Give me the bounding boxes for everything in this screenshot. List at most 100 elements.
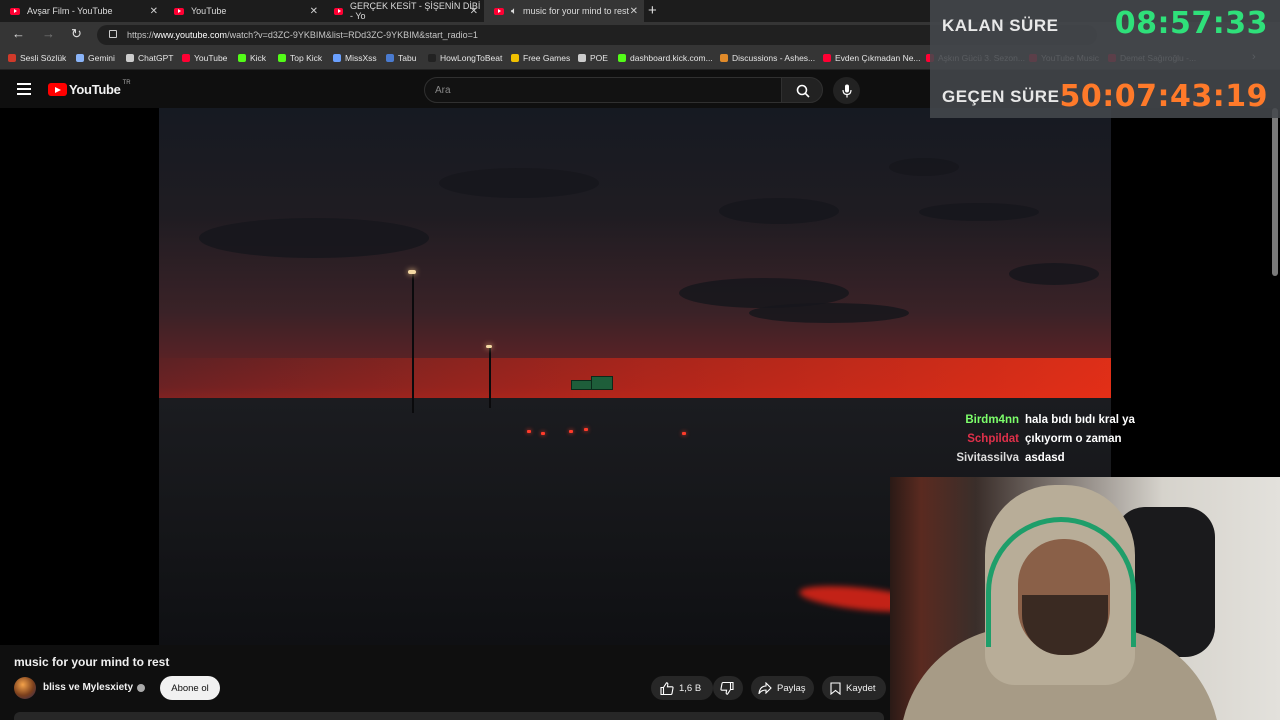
logo-wordmark: YouTube [69, 82, 121, 97]
kick-icon [618, 54, 626, 62]
back-arrow-icon[interactable]: ← [12, 26, 25, 41]
bookmark-label: Tabu [398, 53, 417, 63]
bookmark-label: HowLongToBeat [440, 53, 503, 63]
tail-light [682, 432, 686, 435]
channel-name: bliss ve Mylesxiety [43, 682, 134, 693]
site-info-icon[interactable] [109, 30, 117, 38]
browser-tab[interactable]: GERÇEK KESİT - ŞİŞENİN DİBİ - Yo ✕ [324, 0, 484, 22]
kick-icon [278, 54, 286, 62]
bookmark-item[interactable]: Top Kick [278, 53, 322, 63]
like-button[interactable]: 1,6 B [651, 676, 713, 700]
youtube-icon [823, 54, 831, 62]
share-arrow-icon [758, 682, 772, 694]
player-letterbox-left [0, 108, 159, 645]
forward-arrow-icon[interactable]: → [42, 26, 55, 41]
tab-title: Avşar Film - YouTube [27, 6, 113, 16]
search-button[interactable] [781, 77, 823, 103]
bookmark-label: POE [590, 53, 608, 63]
street-lamp [486, 345, 492, 348]
folder-icon [578, 54, 586, 62]
share-label: Paylaş [777, 682, 806, 694]
browser-tab-active[interactable]: 🔈︎ music for your mind to rest ✕ [484, 0, 644, 22]
chat-username: Sivitassilva [956, 452, 1019, 464]
tail-light [584, 428, 588, 431]
close-tab-icon[interactable]: ✕ [630, 6, 638, 17]
tag-icon [511, 54, 519, 62]
close-tab-icon[interactable]: ✕ [470, 6, 478, 17]
url-prefix: https:// [127, 30, 155, 40]
bookmark-item[interactable]: MissXss [333, 53, 377, 63]
subscribe-button[interactable]: Abone ol [160, 676, 220, 700]
url-host: www.youtube.com [154, 30, 228, 40]
youtube-logo[interactable]: YouTube TR [48, 79, 131, 97]
kick-icon [238, 54, 246, 62]
bookmark-item[interactable]: Sesli Sözlük [8, 53, 66, 63]
bookmark-icon [830, 681, 841, 695]
bookmark-item[interactable]: Kick [238, 53, 266, 63]
remaining-time-value: 08:57:33 [1114, 6, 1268, 41]
save-label: Kaydet [846, 682, 876, 694]
channel-name-link[interactable]: bliss ve Mylesxiety [43, 682, 146, 693]
chat-text: çıkıyorm o zaman [1025, 433, 1122, 445]
cloud [719, 198, 839, 224]
browser-tab[interactable]: YouTube ✕ [164, 0, 324, 22]
bookmark-item[interactable]: Evden Çıkmadan Ne... [823, 53, 921, 63]
new-tab-button[interactable]: + [648, 2, 657, 19]
bookmark-label: Kick [250, 53, 267, 63]
page-scrollbar[interactable] [1272, 108, 1278, 276]
street-lamp-pole [489, 348, 491, 408]
street-lamp-pole [412, 273, 414, 413]
bookmark-item[interactable]: dashboard.kick.com... [618, 53, 713, 63]
bookmark-item[interactable]: YouTube [182, 53, 227, 63]
game-icon [720, 54, 728, 62]
bookmark-label: Sesli Sözlük [20, 53, 67, 63]
bookmark-item[interactable]: Gemini [76, 53, 115, 63]
openai-icon [126, 54, 134, 62]
thumbs-up-icon [660, 681, 674, 695]
youtube-favicon-icon [494, 7, 504, 15]
share-button[interactable]: Paylaş [751, 676, 814, 700]
flag-icon [8, 54, 16, 62]
bookmark-item[interactable]: Tabu [386, 53, 416, 63]
cloud [1009, 263, 1099, 285]
youtube-icon [182, 54, 190, 62]
bookmark-label: Top Kick [290, 53, 323, 63]
country-code: TR [122, 79, 131, 86]
bookmark-item[interactable]: POE [578, 53, 608, 63]
speaker-icon[interactable]: 🔈︎ [511, 6, 517, 17]
bookmark-label: dashboard.kick.com... [630, 53, 713, 63]
bookmark-label: Free Games [523, 53, 571, 63]
cloud [199, 218, 429, 258]
tab-title: YouTube [191, 6, 227, 16]
search-icon [796, 84, 810, 98]
dislike-button[interactable] [713, 676, 743, 700]
bookmark-item[interactable]: ChatGPT [126, 53, 173, 63]
bookmark-item[interactable]: Free Games [511, 53, 570, 63]
channel-avatar[interactable] [14, 677, 36, 699]
search-input[interactable]: Ara [424, 77, 782, 103]
bookmark-item[interactable]: Discussions - Ashes... [720, 53, 815, 63]
thumbs-down-icon [720, 681, 734, 695]
reload-icon[interactable]: ↻ [71, 26, 82, 42]
tab-title: GERÇEK KESİT - ŞİŞENİN DİBİ - Yo [350, 1, 481, 21]
chat-username: Birdm4nn [965, 414, 1019, 426]
close-tab-icon[interactable]: ✕ [150, 6, 158, 17]
cloud [889, 158, 959, 176]
bookmark-label: MissXss [345, 53, 377, 63]
bookmark-item[interactable]: HowLongToBeat [428, 53, 502, 63]
save-button[interactable]: Kaydet [822, 676, 886, 700]
microphone-icon [841, 84, 852, 97]
elapsed-time-label: GEÇEN SÜRE [942, 87, 1060, 106]
cloud [919, 203, 1039, 221]
chat-message: Schpildat çıkıyorm o zaman [929, 433, 1122, 445]
globe-icon [333, 54, 341, 62]
menu-icon[interactable] [17, 83, 31, 98]
tabu-icon [386, 54, 394, 62]
chat-message: Sivitassilva asdasd [929, 452, 1064, 464]
voice-search-button[interactable] [833, 77, 860, 104]
browser-tab[interactable]: Avşar Film - YouTube ✕ [0, 0, 164, 22]
search-placeholder: Ara [435, 85, 451, 96]
remaining-time-label: KALAN SÜRE [942, 16, 1059, 35]
close-tab-icon[interactable]: ✕ [310, 6, 318, 17]
description-box[interactable] [14, 712, 884, 720]
